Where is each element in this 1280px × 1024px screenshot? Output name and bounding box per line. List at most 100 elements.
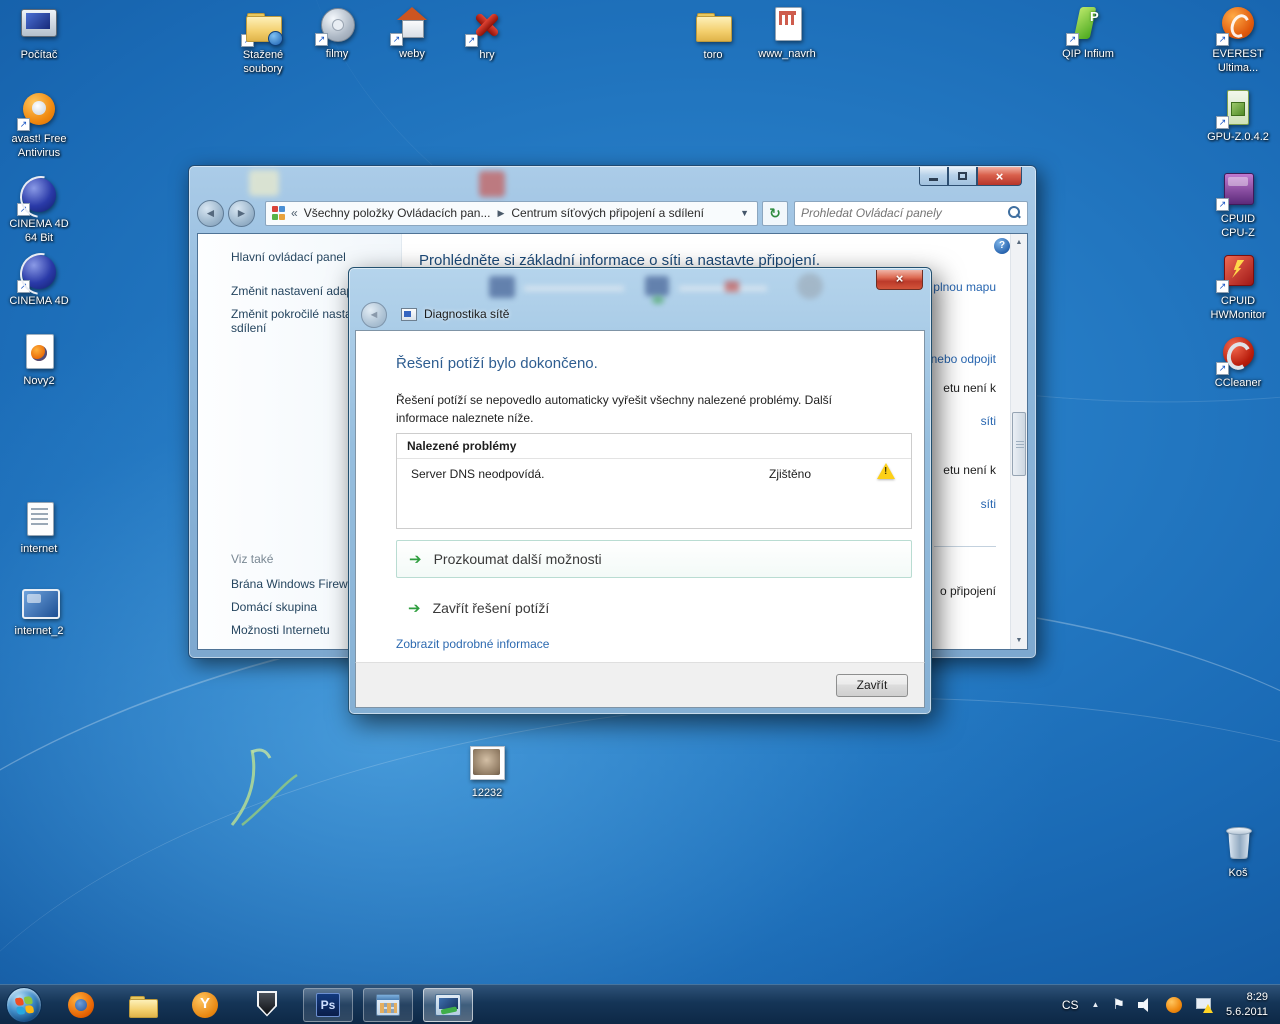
language-indicator[interactable]: CS — [1062, 998, 1079, 1012]
taskbar-shield-app-icon[interactable] — [252, 990, 282, 1020]
action-center-flag-icon[interactable]: ⚑ — [1112, 996, 1125, 1013]
desktop-icon-label: CPUID CPU-Z — [1199, 213, 1277, 241]
breadcrumb-segment-current[interactable]: Centrum síťových připojení a sdílení — [511, 206, 704, 220]
photo-thumbnail-icon — [466, 744, 508, 784]
taskbar-explorer-icon[interactable] — [128, 990, 158, 1020]
scrollbar-thumb[interactable] — [1012, 412, 1026, 476]
help-icon[interactable]: ? — [994, 238, 1010, 254]
search-box[interactable] — [794, 201, 1028, 226]
desktop-icon-pocitac[interactable]: Počítač — [0, 6, 78, 63]
desktop-icon-label: GPU-Z.0.4.2 — [1199, 131, 1277, 145]
sidebar-item-main-control-panel[interactable]: Hlavní ovládací panel — [231, 250, 391, 264]
volume-icon[interactable] — [1138, 998, 1153, 1012]
desktop-icon-novy2[interactable]: Novy2 — [0, 332, 78, 389]
link-network-fragment[interactable]: síti — [981, 497, 996, 511]
desktop-icon-cinema4d[interactable]: CINEMA 4D — [0, 252, 78, 309]
desktop-icon-label: QIP Infium — [1049, 48, 1127, 62]
desktop-icon-toro[interactable]: toro — [674, 6, 752, 63]
dialog-title: Diagnostika sítě — [424, 307, 509, 321]
minimize-button[interactable] — [919, 167, 948, 186]
show-hidden-icons-button[interactable]: ▲ — [1092, 1000, 1100, 1009]
breadcrumb-dropdown-icon[interactable]: ▼ — [734, 208, 755, 218]
dialog-back-button[interactable]: ◄ — [361, 302, 387, 328]
desktop-icon-internet2[interactable]: internet_2 — [0, 582, 78, 639]
text-no-internet-fragment: etu není k — [943, 381, 996, 395]
desktop-icon-recycle-bin[interactable]: Koš — [1199, 824, 1277, 881]
warning-icon — [877, 463, 895, 479]
shortcut-arrow-icon — [1216, 198, 1229, 211]
maximize-button[interactable] — [948, 167, 977, 186]
firefox-document-icon — [18, 332, 60, 372]
propeller-icon — [466, 6, 508, 46]
taskbar-photoshop-button[interactable]: Ps — [303, 988, 353, 1022]
start-button[interactable] — [6, 987, 42, 1023]
link-network-fragment[interactable]: síti — [981, 414, 996, 428]
clock[interactable]: 8:29 5.6.2011 — [1226, 990, 1268, 1020]
desktop-icon-gpuz[interactable]: GPU-Z.0.4.2 — [1199, 88, 1277, 145]
shortcut-arrow-icon — [465, 34, 478, 47]
forward-button[interactable]: ► — [228, 200, 255, 227]
folder-icon — [692, 6, 734, 46]
desktop-icon-ccleaner[interactable]: CCleaner — [1199, 334, 1277, 391]
search-icon[interactable] — [1005, 204, 1023, 222]
desktop-icon-stazene-soubory[interactable]: Stažené soubory — [224, 6, 302, 77]
refresh-button[interactable]: ↻ — [762, 201, 788, 226]
taskbar-app-orange-icon[interactable] — [190, 990, 220, 1020]
gpuz-icon — [1217, 88, 1259, 128]
recycle-bin-icon — [1217, 824, 1259, 864]
scrollbar-down-icon[interactable]: ▼ — [1011, 632, 1027, 649]
problem-name: Server DNS neodpovídá. — [411, 467, 544, 481]
desktop-icon-12232[interactable]: 12232 — [448, 744, 526, 801]
explore-options-button[interactable]: ➔ Prozkoumat další možnosti — [396, 540, 912, 578]
avast-tray-icon[interactable] — [1166, 997, 1182, 1013]
close-dialog-button[interactable]: Zavřít — [836, 674, 908, 697]
taskbar-network-window-button[interactable] — [423, 988, 473, 1022]
back-button[interactable]: ◄ — [197, 200, 224, 227]
shortcut-arrow-icon — [1216, 33, 1229, 46]
breadcrumb-segment-root[interactable]: Všechny položky Ovládacích pan... — [304, 206, 491, 220]
desktop-icon-filmy[interactable]: filmy — [298, 5, 376, 62]
show-details-link[interactable]: Zobrazit podrobné informace — [396, 637, 549, 651]
ghost-computer-icon — [489, 276, 515, 298]
desktop-icon-avast[interactable]: avast! Free Antivirus — [0, 90, 78, 161]
taskbar-firefox-icon[interactable] — [66, 990, 96, 1020]
desktop-icon-label: www_navrh — [748, 48, 826, 62]
shortcut-arrow-icon — [1066, 33, 1079, 46]
desktop-icon-hry[interactable]: hry — [448, 6, 526, 63]
breadcrumb[interactable]: « Všechny položky Ovládacích pan... ▶ Ce… — [265, 201, 758, 226]
clock-time: 8:29 — [1226, 990, 1268, 1005]
search-input[interactable] — [795, 206, 1005, 220]
qip-icon — [1067, 5, 1109, 45]
divider — [934, 546, 996, 547]
desktop-icon-qip-infium[interactable]: QIP Infium — [1049, 5, 1127, 62]
document-icon — [766, 5, 808, 45]
taskbar: Ps CS ▲ ⚑ 8:29 5.6.2011 — [0, 984, 1280, 1024]
desktop-icon-cinema4d-64[interactable]: CINEMA 4D 64 Bit — [0, 175, 78, 246]
shortcut-arrow-icon — [315, 33, 328, 46]
desktop-icon-weby[interactable]: weby — [373, 5, 451, 62]
ghost-map-line — [679, 286, 767, 291]
desktop-icon-cpuz[interactable]: CPUID CPU-Z — [1199, 170, 1277, 241]
link-full-map-fragment[interactable]: plnou mapu — [933, 280, 996, 294]
close-button[interactable]: × — [977, 167, 1022, 186]
ghost-green-dot — [652, 296, 664, 304]
desktop-icon-www-navrh[interactable]: www_navrh — [748, 5, 826, 62]
link-connect-disconnect-fragment[interactable]: nebo odpojit — [931, 352, 996, 366]
desktop-icon-label: 12232 — [448, 787, 526, 801]
vertical-scrollbar[interactable]: ▲ ▼ — [1010, 234, 1027, 649]
desktop-icon-internet[interactable]: internet — [0, 500, 78, 557]
taskbar-control-panel-button[interactable] — [363, 988, 413, 1022]
dialog-close-icon[interactable]: × — [876, 270, 923, 290]
ghost-network-icon — [645, 276, 669, 296]
dialog-heading: Řešení potíží bylo dokončeno. — [396, 355, 598, 372]
desktop-icon-hwmonitor[interactable]: CPUID HWMonitor — [1199, 252, 1277, 323]
wallpaper-sprout — [222, 730, 312, 830]
close-troubleshooter-button[interactable]: ➔ Zavřít řešení potíží — [396, 592, 549, 624]
shortcut-arrow-icon — [17, 203, 30, 216]
network-warning-tray-icon[interactable] — [1195, 997, 1213, 1013]
desktop-icon-everest[interactable]: EVEREST Ultima... — [1199, 5, 1277, 76]
close-troubleshooter-label: Zavřít řešení potíží — [433, 600, 550, 616]
desktop-icon-label: internet — [0, 543, 78, 557]
breadcrumb-overflow-chevron[interactable]: « — [291, 206, 298, 220]
scrollbar-up-icon[interactable]: ▲ — [1011, 234, 1027, 251]
